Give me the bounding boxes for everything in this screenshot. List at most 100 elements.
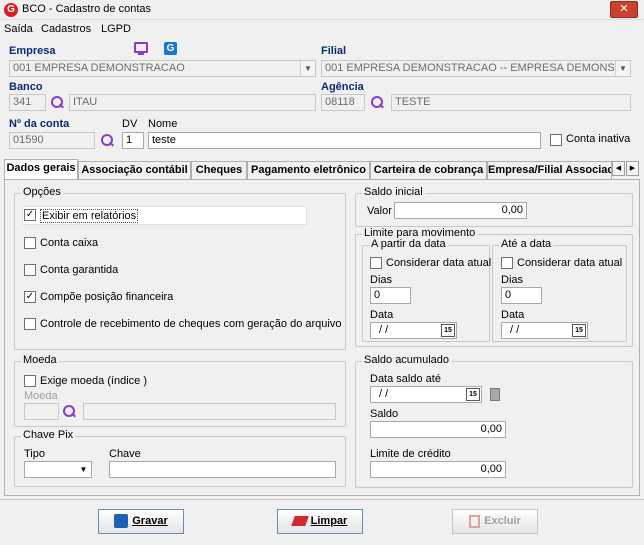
save-icon	[114, 514, 129, 529]
trash-icon	[469, 514, 481, 528]
empresa-select[interactable]: 001 EMPRESA DEMONSTRACAO ▼	[9, 60, 316, 77]
search-icon[interactable]	[62, 404, 77, 419]
apartir-dias-label: Dias	[370, 274, 393, 286]
calculator-icon[interactable]	[490, 388, 500, 401]
monitor-icon[interactable]	[134, 42, 148, 53]
ate-considerar-label: Considerar data atual	[517, 257, 623, 269]
eraser-icon	[290, 516, 309, 527]
close-button[interactable]: ✕	[610, 1, 638, 18]
saldo-acumulado-title: Saldo acumulado	[362, 354, 452, 366]
ate-data-input[interactable]: / / 15	[501, 322, 588, 339]
apartir-data-label: Data	[370, 309, 394, 321]
controle-cheques-checkbox[interactable]	[24, 318, 36, 330]
conta-label: Nº da conta	[9, 118, 70, 130]
tab-carteira-cobranca[interactable]: Carteira de cobrança	[370, 161, 487, 179]
tipo-select[interactable]: ▼	[24, 461, 92, 478]
conta-input[interactable]: 01590	[9, 132, 95, 149]
search-icon[interactable]	[50, 95, 65, 110]
chave-label: Chave	[109, 448, 141, 460]
conta-garantida-label: Conta garantida	[40, 264, 119, 276]
moeda-label: Moeda	[24, 390, 58, 402]
conta-caixa-checkbox[interactable]	[24, 237, 36, 249]
filial-value: 001 EMPRESA DEMONSTRACAO -- EMPRESA DEMO…	[325, 62, 631, 74]
apartir-data-value: / /	[379, 324, 389, 336]
nome-input[interactable]: teste	[148, 132, 541, 149]
moeda-code-input[interactable]	[24, 403, 59, 420]
exige-moeda-label: Exige moeda (índice )	[40, 375, 147, 387]
search-icon[interactable]	[370, 95, 385, 110]
ate-dias-label: Dias	[501, 274, 524, 286]
gravar-label: Gravar	[132, 515, 168, 527]
ate-title: Até a data	[499, 238, 554, 250]
apartir-dias-input[interactable]: 0	[370, 287, 411, 304]
exibir-relatorios-label: Exibir em relatórios	[40, 209, 139, 223]
chave-pix-title: Chave Pix	[21, 429, 76, 441]
tab-dados-gerais[interactable]: Dados gerais	[4, 159, 78, 180]
filial-select[interactable]: 001 EMPRESA DEMONSTRACAO -- EMPRESA DEMO…	[321, 60, 631, 77]
moeda-title: Moeda	[21, 354, 59, 366]
moeda-name-field	[83, 403, 336, 420]
excluir-button[interactable]: Excluir	[452, 509, 538, 534]
chevron-down-icon[interactable]: ▼	[76, 462, 91, 477]
menu-cadastros[interactable]: Cadastros	[41, 23, 91, 35]
calendar-icon[interactable]: 15	[572, 324, 586, 337]
ate-data-label: Data	[501, 309, 525, 321]
ate-dias-input[interactable]: 0	[501, 287, 542, 304]
calendar-icon[interactable]: 15	[441, 324, 455, 337]
conta-inativa-checkbox[interactable]	[550, 134, 562, 146]
tab-empresa-filial[interactable]: Empresa/Filial Associac	[487, 161, 612, 179]
apartir-data-input[interactable]: / / 15	[370, 322, 457, 339]
gravar-button[interactable]: Gravar	[98, 509, 184, 534]
search-icon[interactable]	[100, 133, 115, 148]
valor-input[interactable]: 0,00	[394, 202, 527, 219]
tab-associacao-contabil[interactable]: Associação contábil	[78, 161, 191, 179]
data-saldo-value: / /	[379, 388, 389, 400]
monitor-stand-icon	[138, 53, 144, 55]
agencia-label: Agência	[321, 81, 364, 93]
compoe-posicao-label: Compõe posição financeira	[40, 291, 174, 303]
empresa-value: 001 EMPRESA DEMONSTRACAO	[13, 62, 185, 74]
help-badge-icon[interactable]: G	[164, 42, 177, 55]
dv-label: DV	[122, 118, 138, 130]
excluir-label: Excluir	[484, 515, 521, 527]
agencia-name-field: TESTE	[391, 94, 631, 111]
saldo-input[interactable]: 0,00	[370, 421, 506, 438]
conta-inativa-label: Conta inativa	[566, 133, 631, 145]
apartir-considerar-checkbox[interactable]	[370, 257, 382, 269]
tab-scroll-right-icon[interactable]: ▶	[626, 161, 639, 176]
tipo-label: Tipo	[24, 448, 45, 460]
opcoes-title: Opções	[21, 186, 63, 198]
banco-code-input[interactable]: 341	[9, 94, 46, 111]
compoe-posicao-checkbox[interactable]: ✓	[24, 291, 36, 303]
nome-label: Nome	[148, 118, 178, 130]
chevron-down-icon[interactable]: ▼	[615, 61, 630, 76]
filial-label: Filial	[321, 45, 347, 57]
app-logo-icon: G	[4, 3, 18, 17]
agencia-code-input[interactable]: 08118	[321, 94, 365, 111]
limite-credito-input[interactable]: 0,00	[370, 461, 506, 478]
dv-input[interactable]: 1	[122, 132, 144, 149]
menu-lgpd[interactable]: LGPD	[101, 23, 131, 35]
chevron-down-icon[interactable]: ▼	[300, 61, 315, 76]
valor-label: Valor	[367, 205, 392, 217]
tab-pagamento-eletronico[interactable]: Pagamento eletrônico	[247, 161, 370, 179]
limpar-label: Limpar	[310, 515, 348, 527]
exige-moeda-checkbox[interactable]	[24, 375, 36, 387]
data-saldo-input[interactable]: / / 15	[370, 386, 482, 403]
saldo-inicial-title: Saldo inicial	[362, 186, 425, 198]
controle-cheques-label: Controle de recebimento de cheques com g…	[40, 318, 342, 330]
chave-input[interactable]	[109, 461, 336, 478]
apartir-considerar-label: Considerar data atual	[386, 257, 492, 269]
tab-scroll-left-icon[interactable]: ◀	[612, 161, 625, 176]
data-saldo-label: Data saldo até	[370, 373, 441, 385]
conta-garantida-checkbox[interactable]	[24, 264, 36, 276]
menu-saida[interactable]: Saída	[4, 23, 33, 35]
tab-cheques[interactable]: Cheques	[191, 161, 247, 179]
calendar-icon[interactable]: 15	[466, 388, 480, 401]
banco-name-field: ITAU	[69, 94, 316, 111]
footer-divider	[0, 499, 644, 500]
limpar-button[interactable]: Limpar	[277, 509, 363, 534]
ate-considerar-checkbox[interactable]	[501, 257, 513, 269]
exibir-relatorios-checkbox[interactable]: ✓	[24, 209, 36, 221]
window-title: BCO - Cadastro de contas	[22, 3, 152, 15]
